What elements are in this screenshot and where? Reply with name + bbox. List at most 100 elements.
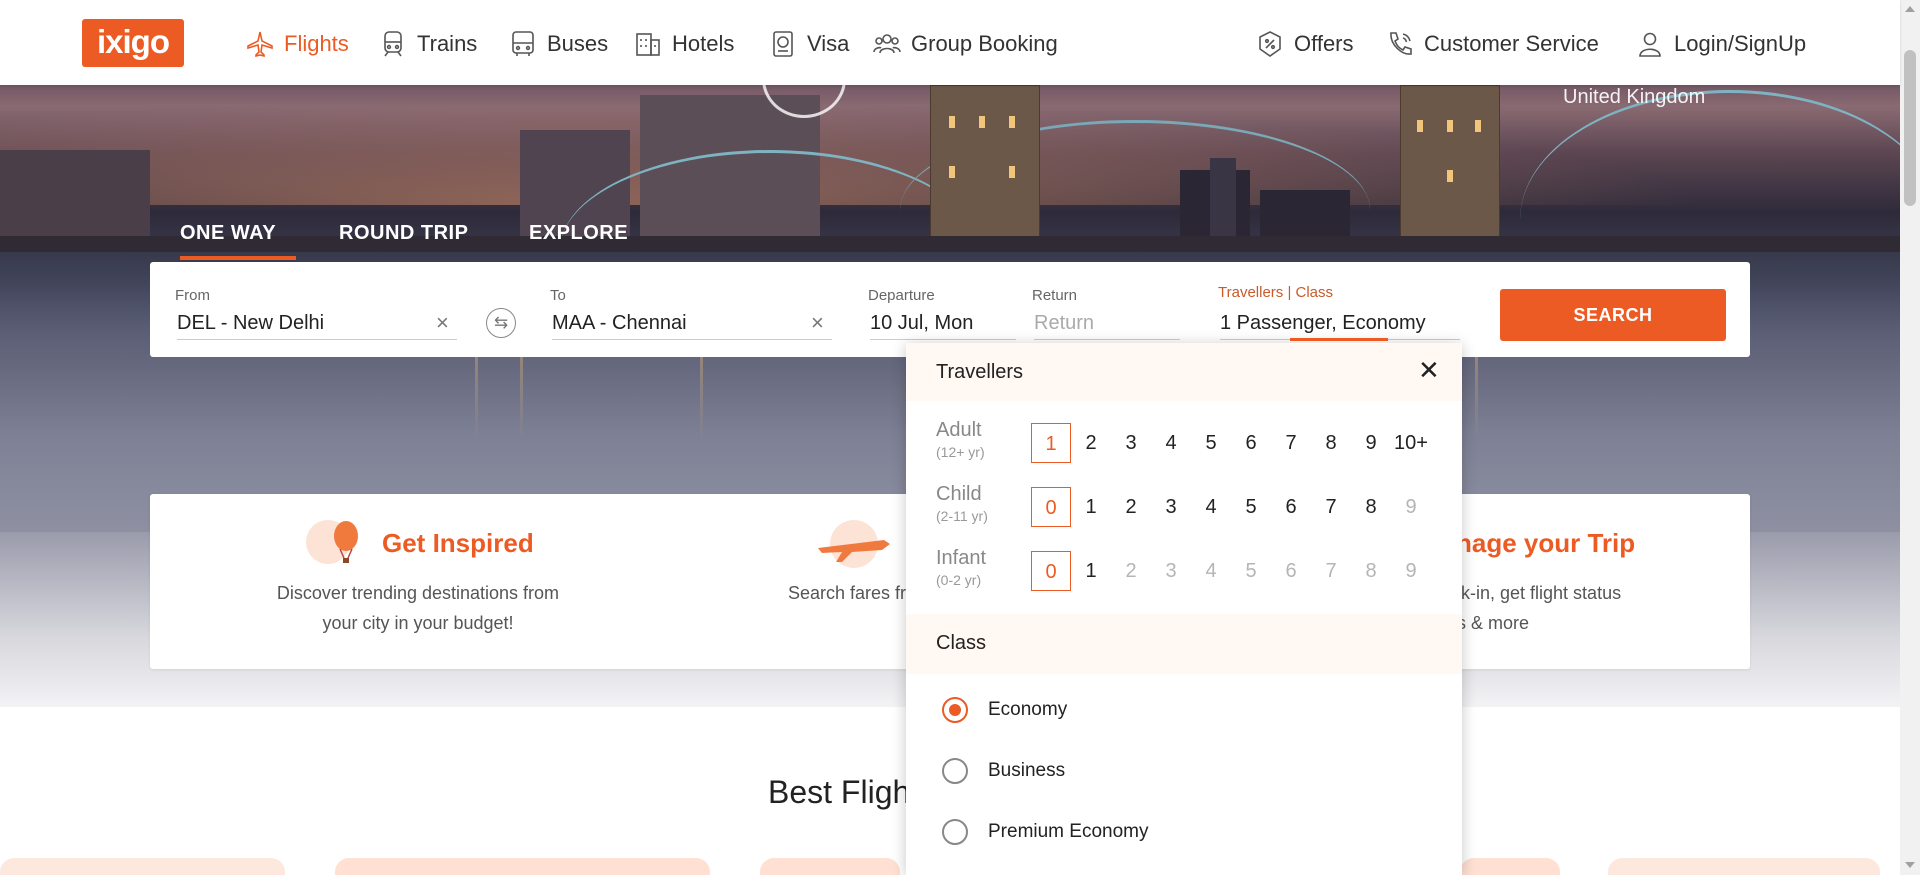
nav-trains[interactable]: Trains: [378, 27, 477, 61]
child-option[interactable]: 3: [1151, 487, 1191, 527]
tab-explore[interactable]: EXPLORE: [529, 222, 628, 260]
child-option[interactable]: 0: [1031, 487, 1071, 527]
child-option[interactable]: 2: [1111, 487, 1151, 527]
close-icon[interactable]: ✕: [1418, 357, 1440, 383]
hero-caption: United Kingdom: [1563, 86, 1706, 108]
clear-to-icon[interactable]: ×: [811, 310, 824, 336]
infant-option[interactable]: 0: [1031, 551, 1071, 591]
clear-from-icon[interactable]: ×: [436, 310, 449, 336]
tab-one-way[interactable]: ONE WAY: [180, 222, 296, 260]
nav-label: Group Booking: [911, 31, 1058, 56]
deal-card[interactable]: [1460, 858, 1560, 875]
adult-age-range: (12+ yr): [936, 444, 985, 460]
infant-age-range: (0-2 yr): [936, 572, 982, 588]
deal-card[interactable]: [335, 858, 710, 875]
class-option-business[interactable]: Business: [942, 756, 1065, 786]
adult-option[interactable]: 2: [1071, 423, 1111, 463]
nav-label: Flights: [284, 31, 349, 56]
nav-label: Offers: [1294, 31, 1354, 56]
infant-option-disabled: 5: [1245, 560, 1257, 582]
search-button[interactable]: SEARCH: [1500, 289, 1726, 341]
child-label: Child: [936, 483, 982, 505]
infant-option-disabled: 8: [1365, 560, 1377, 582]
adult-option[interactable]: 8: [1311, 423, 1351, 463]
nav-hotels[interactable]: Hotels: [633, 27, 734, 61]
airplane-illustration-icon: [818, 520, 890, 568]
nav-label: Login/SignUp: [1674, 31, 1807, 56]
adult-option[interactable]: 7: [1271, 423, 1311, 463]
deal-card[interactable]: [1608, 858, 1880, 875]
adult-option[interactable]: 5: [1191, 423, 1231, 463]
class-title: Class: [936, 632, 987, 654]
radio-unchecked-icon[interactable]: [942, 819, 968, 845]
nav-flights[interactable]: Flights: [245, 27, 349, 61]
class-section-header: [906, 614, 1462, 674]
radio-checked-icon[interactable]: [942, 697, 968, 723]
adult-label: Adult: [936, 419, 982, 441]
feature-title-get-inspired[interactable]: Get Inspired: [382, 528, 534, 559]
passport-icon: [773, 31, 793, 57]
skyline-building: [0, 150, 150, 240]
nav-label: Buses: [547, 31, 609, 56]
scroll-up-arrow-icon[interactable]: [1905, 6, 1915, 12]
radio-unchecked-icon[interactable]: [942, 758, 968, 784]
offer-tag-icon: [1259, 31, 1281, 57]
to-label: To: [550, 287, 566, 304]
nav-label: Customer Service: [1424, 31, 1599, 56]
infant-option-disabled: 3: [1165, 560, 1177, 582]
travellers-class-input[interactable]: 1 Passenger, Economy: [1220, 312, 1460, 340]
nav-label: Visa: [807, 31, 850, 56]
nav-login-signup[interactable]: Login/SignUp: [1635, 27, 1806, 61]
phone-icon: [1390, 32, 1412, 55]
feature-desc-line: Discover trending destinations from: [276, 583, 560, 603]
adult-option[interactable]: 6: [1231, 423, 1271, 463]
feature-desc-line: your city in your budget!: [322, 613, 514, 633]
group-icon: [873, 34, 901, 54]
child-option[interactable]: 4: [1191, 487, 1231, 527]
adult-option[interactable]: 4: [1151, 423, 1191, 463]
child-option[interactable]: 7: [1311, 487, 1351, 527]
to-input[interactable]: MAA - Chennai: [552, 312, 832, 340]
child-option-disabled: 9: [1405, 496, 1417, 518]
swap-icon[interactable]: ⇆: [486, 308, 516, 338]
top-header: ixigo Flights Trains Buses Hotels Visa G…: [0, 0, 1900, 85]
adult-option[interactable]: 1: [1031, 423, 1071, 463]
return-input[interactable]: Return: [1034, 312, 1180, 340]
deal-card[interactable]: [760, 858, 900, 875]
nav-group-booking[interactable]: Group Booking: [872, 27, 1058, 61]
travellers-field-active-underline: [1290, 338, 1388, 341]
nav-label: Trains: [417, 31, 478, 56]
tab-round-trip[interactable]: ROUND TRIP: [339, 222, 468, 260]
adult-option[interactable]: 10+: [1391, 423, 1431, 463]
class-option-label: Economy: [988, 699, 1068, 720]
child-option[interactable]: 5: [1231, 487, 1271, 527]
infant-option[interactable]: 1: [1071, 551, 1111, 591]
feature-desc-line: ck-in, get flight status: [1452, 583, 1622, 603]
nav-buses[interactable]: Buses: [508, 27, 608, 61]
deal-card[interactable]: [0, 858, 285, 875]
child-option[interactable]: 8: [1351, 487, 1391, 527]
ixigo-logo[interactable]: ixigo: [82, 19, 184, 67]
nav-visa[interactable]: Visa: [768, 27, 849, 61]
from-input[interactable]: DEL - New Delhi: [177, 312, 457, 340]
infant-option-disabled: 9: [1405, 560, 1417, 582]
adult-option[interactable]: 3: [1111, 423, 1151, 463]
return-label: Return: [1032, 287, 1078, 304]
scrollbar-thumb[interactable]: [1904, 50, 1916, 206]
feature-title-manage-trip[interactable]: nage your Trip: [1456, 528, 1635, 559]
class-option-label: Premium Economy: [988, 821, 1149, 842]
nav-offers[interactable]: Offers: [1255, 27, 1354, 61]
bridge-tower-left: [930, 85, 1040, 245]
train-icon: [384, 31, 402, 57]
nav-customer-service[interactable]: Customer Service: [1385, 27, 1599, 61]
scroll-down-arrow-icon[interactable]: [1905, 862, 1915, 868]
child-option[interactable]: 1: [1071, 487, 1111, 527]
class-option-premium-economy[interactable]: Premium Economy: [942, 817, 1149, 847]
departure-input[interactable]: 10 Jul, Mon: [870, 312, 1016, 340]
infant-option-disabled: 4: [1205, 560, 1217, 582]
infant-label: Infant: [936, 547, 987, 569]
child-option[interactable]: 6: [1271, 487, 1311, 527]
page-scrollbar[interactable]: [1900, 0, 1920, 875]
adult-option[interactable]: 9: [1351, 423, 1391, 463]
class-option-economy[interactable]: Economy: [942, 695, 1067, 725]
